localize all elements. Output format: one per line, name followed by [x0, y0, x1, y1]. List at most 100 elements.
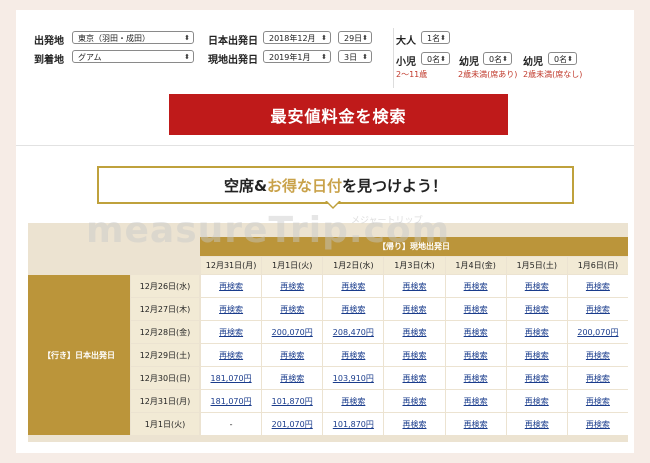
- research-link[interactable]: 再検索: [280, 281, 304, 292]
- research-link[interactable]: 再検索: [219, 350, 243, 361]
- updown-arrow-icon: ⬍: [362, 53, 368, 61]
- fare-price-link[interactable]: 201,070円: [272, 419, 313, 430]
- research-link[interactable]: 再検索: [219, 281, 243, 292]
- research-link[interactable]: 再検索: [586, 281, 610, 292]
- research-link[interactable]: 再検索: [586, 396, 610, 407]
- research-link[interactable]: 再検索: [341, 281, 365, 292]
- return-date-column: 12月31日(月): [201, 257, 262, 274]
- child-count-value: 0名: [427, 55, 441, 64]
- research-link[interactable]: 再検索: [586, 350, 610, 361]
- fare-price-link[interactable]: 200,070円: [272, 327, 313, 338]
- local-depart-month-select[interactable]: 2019年1月 ⬍: [263, 50, 331, 63]
- research-link[interactable]: 再検索: [525, 373, 549, 384]
- fare-price-link[interactable]: 181,070円: [211, 373, 252, 384]
- outbound-date-row-label: 12月30日(日): [131, 367, 199, 389]
- research-link[interactable]: 再検索: [219, 304, 243, 315]
- arrive-label: 到着地: [34, 55, 64, 66]
- outbound-date-row-label: 12月29日(土): [131, 344, 199, 366]
- depart-select-value: 東京（羽田・成田）: [78, 34, 150, 43]
- research-link[interactable]: 再検索: [402, 304, 426, 315]
- local-depart-month-value: 2019年1月: [269, 53, 311, 62]
- research-link[interactable]: 再検索: [402, 373, 426, 384]
- jp-depart-month-select[interactable]: 2018年12月 ⬍: [263, 31, 331, 44]
- fare-cell: 103,910円: [323, 367, 384, 389]
- research-link[interactable]: 再検索: [586, 419, 610, 430]
- updown-arrow-icon: ⬍: [440, 55, 446, 63]
- fare-cell: 181,070円: [201, 390, 262, 412]
- infant-seat-count-select[interactable]: 0名 ⬍: [483, 52, 512, 65]
- fare-cell: 再検索: [445, 298, 506, 320]
- fare-price-link[interactable]: 101,870円: [333, 419, 374, 430]
- research-link[interactable]: 再検索: [402, 419, 426, 430]
- outbound-date-row-label: 12月26日(水): [131, 275, 199, 297]
- research-link[interactable]: 再検索: [402, 396, 426, 407]
- find-dates-banner: 空席& お得な日付 を見つけよう！: [97, 166, 574, 204]
- research-link[interactable]: 再検索: [219, 327, 243, 338]
- research-link[interactable]: 再検索: [525, 419, 549, 430]
- fare-cell: 再検索: [384, 298, 445, 320]
- fare-cell: 再検索: [323, 275, 384, 297]
- updown-arrow-icon: ⬍: [567, 55, 573, 63]
- fare-price-link[interactable]: 103,910円: [333, 373, 374, 384]
- infant-seat-label: 幼児: [459, 57, 479, 68]
- research-link[interactable]: 再検索: [402, 350, 426, 361]
- research-link[interactable]: 再検索: [525, 327, 549, 338]
- research-link[interactable]: 再検索: [586, 304, 610, 315]
- research-link[interactable]: 再検索: [464, 373, 488, 384]
- adult-count-select[interactable]: 1名 ⬍: [421, 31, 450, 44]
- research-link[interactable]: 再検索: [464, 327, 488, 338]
- infant-noseat-label: 幼児: [523, 57, 543, 68]
- divider: [393, 28, 394, 88]
- research-link[interactable]: 再検索: [280, 373, 304, 384]
- fare-cell: 再検索: [567, 298, 628, 320]
- return-date-column: 1月2日(水): [323, 257, 384, 274]
- research-link[interactable]: 再検索: [525, 281, 549, 292]
- jp-depart-day-select[interactable]: 29日 ⬍: [338, 31, 372, 44]
- research-link[interactable]: 再検索: [402, 327, 426, 338]
- fare-unavailable: -: [229, 419, 233, 429]
- research-link[interactable]: 再検索: [341, 396, 365, 407]
- research-link[interactable]: 再検索: [464, 419, 488, 430]
- research-link[interactable]: 再検索: [280, 304, 304, 315]
- updown-arrow-icon: ⬍: [440, 34, 446, 42]
- research-link[interactable]: 再検索: [402, 281, 426, 292]
- research-link[interactable]: 再検索: [586, 373, 610, 384]
- research-link[interactable]: 再検索: [341, 350, 365, 361]
- fare-cell: 再検索: [384, 367, 445, 389]
- fare-price-link[interactable]: 208,470円: [333, 327, 374, 338]
- fare-cell: 再検索: [567, 344, 628, 366]
- arrive-select[interactable]: グアム ⬍: [72, 50, 194, 63]
- research-link[interactable]: 再検索: [525, 396, 549, 407]
- fare-price-link[interactable]: 101,870円: [272, 396, 313, 407]
- fare-price-link[interactable]: 200,070円: [577, 327, 618, 338]
- watermark-sub-text: メジャートリップ: [351, 216, 423, 226]
- research-link[interactable]: 再検索: [464, 281, 488, 292]
- research-link[interactable]: 再検索: [464, 304, 488, 315]
- research-link[interactable]: 再検索: [280, 350, 304, 361]
- banner-text-accent: お得な日付: [267, 176, 343, 195]
- fare-cell: 200,070円: [567, 321, 628, 343]
- search-lowest-fare-button[interactable]: 最安値料金を検索: [169, 94, 508, 135]
- infant-noseat-note: 2歳未満(席なし): [523, 70, 583, 79]
- research-link[interactable]: 再検索: [525, 304, 549, 315]
- jp-depart-label: 日本出発日: [208, 36, 258, 47]
- research-link[interactable]: 再検索: [525, 350, 549, 361]
- fare-calendar-table: 【帰り】現地出発日 12月31日(月) 1月1日(火) 1月2日(水) 1月3日(木) 1…: [28, 223, 628, 442]
- depart-select[interactable]: 東京（羽田・成田） ⬍: [72, 31, 194, 44]
- fare-price-link[interactable]: 181,070円: [211, 396, 252, 407]
- fare-cell: 再検索: [384, 275, 445, 297]
- research-link[interactable]: 再検索: [464, 396, 488, 407]
- research-link[interactable]: 再検索: [464, 350, 488, 361]
- updown-arrow-icon: ⬍: [321, 34, 327, 42]
- local-depart-day-select[interactable]: 3日 ⬍: [338, 50, 372, 63]
- return-date-column: 1月6日(日): [567, 257, 628, 274]
- local-depart-label: 現地出発日: [208, 55, 258, 66]
- fare-cell: 再検索: [262, 367, 323, 389]
- jp-depart-day-value: 29日: [344, 34, 363, 43]
- return-date-column: 1月5日(土): [506, 257, 567, 274]
- infant-noseat-count-select[interactable]: 0名 ⬍: [548, 52, 577, 65]
- infant-seat-count-value: 0名: [489, 55, 503, 64]
- infant-noseat-count-value: 0名: [554, 55, 568, 64]
- research-link[interactable]: 再検索: [341, 304, 365, 315]
- child-count-select[interactable]: 0名 ⬍: [421, 52, 450, 65]
